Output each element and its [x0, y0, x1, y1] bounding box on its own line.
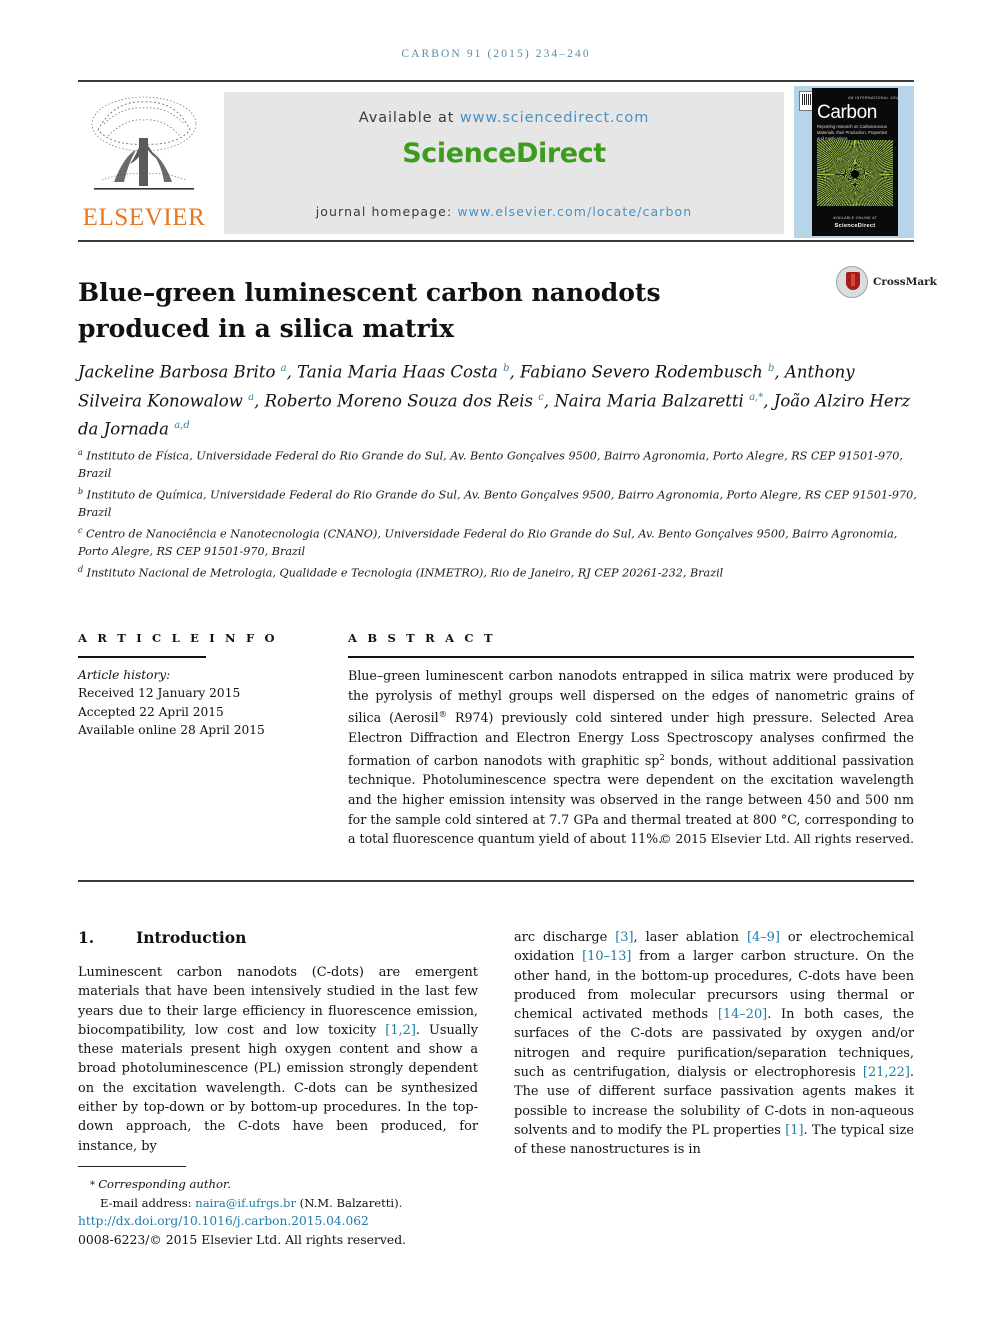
abstract-heading: A B S T R A C T [348, 631, 496, 645]
sciencedirect-banner: Available at www.sciencedirect.com Scien… [224, 92, 784, 234]
elsevier-wordmark: ELSEVIER [82, 204, 206, 231]
footnote-block: * Corresponding author. E-mail address: … [78, 1176, 498, 1212]
article-page: CARBON 91 (2015) 234–240 ELSEVIER Availa… [0, 0, 992, 1323]
running-head: CARBON 91 (2015) 234–240 [401, 48, 591, 60]
cover-photo [817, 140, 893, 206]
article-history-title: Article history: [78, 668, 171, 682]
abstract-text: Blue–green luminescent carbon nanodots e… [348, 668, 914, 847]
page-title: Blue–green luminescent carbon nanodots p… [78, 277, 661, 343]
journal-cover-block[interactable]: AN INTERNATIONAL JOURNAL Carbon Reportin… [794, 86, 914, 238]
crossmark-badge[interactable]: CrossMark [836, 266, 937, 300]
asterisk-icon: * [90, 1180, 99, 1191]
affiliation-list: a Instituto de Física, Universidade Fede… [78, 448, 917, 580]
cover-title: Carbon [817, 102, 877, 123]
crossmark-shield-icon [846, 272, 860, 290]
abstract-bottom-rule [78, 880, 914, 882]
carbon-journal-cover: AN INTERNATIONAL JOURNAL Carbon Reportin… [812, 88, 898, 236]
corresponding-author-label: Corresponding author. [98, 1177, 231, 1191]
masthead-bottom-rule [78, 240, 914, 242]
author-list: Jackeline Barbosa Brito a, Tania Maria H… [78, 362, 911, 439]
journal-homepage-link[interactable]: www.elsevier.com/locate/carbon [457, 204, 692, 219]
sciencedirect-url-link[interactable]: www.sciencedirect.com [460, 110, 649, 126]
corresponding-author-note: * Corresponding author. [78, 1176, 498, 1195]
email-link[interactable]: naira@if.ufrgs.br [195, 1196, 296, 1210]
section-heading-introduction: 1. Introduction [78, 928, 246, 947]
available-at-label: Available at [358, 110, 460, 126]
article-online-date: Available online 28 April 2015 [78, 723, 265, 738]
footnote-rule [78, 1166, 186, 1167]
crossmark-label: CrossMark [873, 276, 937, 288]
email-suffix: (N.M. Balzaretti). [296, 1195, 403, 1210]
elsevier-tree-icon [91, 96, 197, 190]
article-received-date: Received 12 January 2015 [78, 686, 241, 701]
sciencedirect-wordmark[interactable]: ScienceDirect [224, 138, 784, 169]
cover-footer-brand: ScienceDirect [834, 223, 876, 229]
article-history: Article history: Received 12 January 201… [78, 666, 313, 740]
cover-footer: AVAILABLE ONLINE AT ScienceDirect [812, 216, 898, 229]
email-label: E-mail address: [100, 1195, 196, 1210]
issn-copyright-line: 0008-6223/© 2015 Elsevier Ltd. All right… [78, 1232, 407, 1247]
section-number: 1. [78, 928, 95, 947]
journal-homepage-line: journal homepage: www.elsevier.com/locat… [224, 204, 784, 219]
journal-homepage-label: journal homepage: [315, 204, 458, 219]
journal-masthead: ELSEVIER Available at www.sciencedirect.… [78, 86, 914, 238]
elsevier-logo: ELSEVIER [78, 86, 210, 238]
available-at-line: Available at www.sciencedirect.com [224, 110, 784, 126]
doi-link[interactable]: http://dx.doi.org/10.1016/j.carbon.2015.… [78, 1214, 369, 1228]
section-title: Introduction [136, 928, 247, 947]
abstract-rule [348, 656, 914, 658]
cover-footer-top: AVAILABLE ONLINE AT [832, 216, 878, 220]
email-note: E-mail address: naira@if.ufrgs.br (N.M. … [78, 1195, 498, 1213]
body-column-left: Luminescent carbon nanodots (C-dots) are… [78, 965, 478, 1154]
article-info-heading: A R T I C L E I N F O [78, 631, 278, 645]
cover-kicker: AN INTERNATIONAL JOURNAL [848, 96, 898, 100]
crossmark-circle-icon [836, 266, 868, 298]
article-accepted-date: Accepted 22 April 2015 [78, 704, 224, 719]
top-rule [78, 80, 914, 82]
abstract-copyright: © 2015 Elsevier Ltd. All rights reserved… [659, 832, 914, 846]
body-column-right: arc discharge [3], laser ablation [4–9] … [514, 930, 915, 1158]
article-info-rule [78, 656, 206, 658]
